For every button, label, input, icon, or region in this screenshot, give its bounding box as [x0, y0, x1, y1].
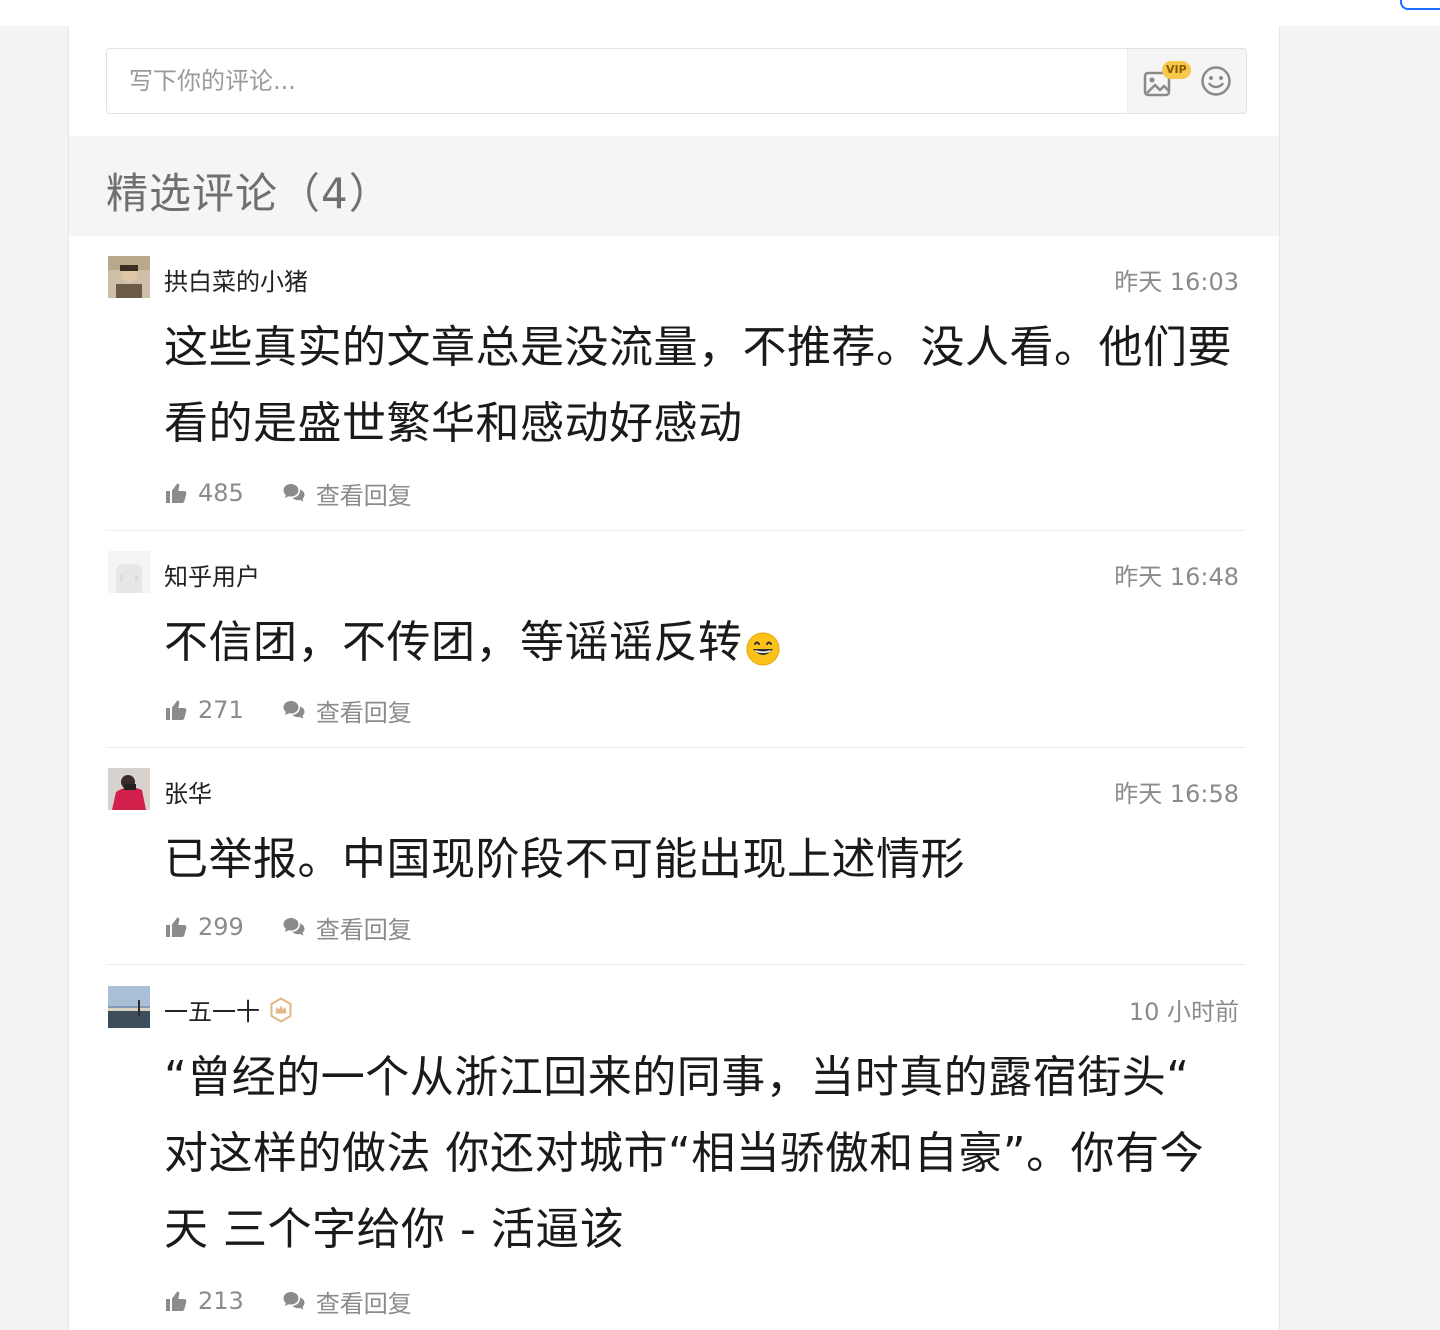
- avatar-image: [108, 986, 150, 1028]
- avatar-image: [108, 551, 150, 593]
- chat-bubble-icon: [283, 918, 305, 936]
- chat-bubble-icon: [283, 701, 305, 719]
- view-replies-label: 查看回复: [315, 1289, 412, 1318]
- divider: [106, 964, 1245, 965]
- grinning-face-emoji: [746, 632, 779, 666]
- comment-body: “曾经的一个从浙江回来的同事，当时真的露宿街头“ 对这样的做法 你还对城市“相当…: [164, 1052, 1205, 1255]
- comment-item: 张华 昨天 16:58 已举报。中国现阶段不可能出现上述情形 299 查看回复: [106, 768, 1245, 965]
- like-button[interactable]: 485: [164, 479, 244, 507]
- like-button[interactable]: 271: [164, 696, 244, 724]
- comment-input[interactable]: [107, 49, 1127, 113]
- view-replies-button[interactable]: 查看回复: [282, 910, 412, 945]
- comment-actions: 485 查看回复: [164, 476, 412, 511]
- comment-time: 昨天 16:03: [1114, 268, 1239, 296]
- view-replies-label: 查看回复: [315, 698, 412, 727]
- divider: [106, 747, 1245, 748]
- comment-actions: 271 查看回复: [164, 693, 412, 728]
- like-count: 213: [198, 1287, 244, 1315]
- comment-author[interactable]: 一五一十: [164, 992, 294, 1027]
- avatar[interactable]: [108, 551, 150, 593]
- corner-widget[interactable]: [1400, 0, 1440, 10]
- vip-badge: VIP: [1162, 61, 1191, 79]
- comment-body: 不信团，不传团，等谣谣反转: [164, 605, 1234, 681]
- insert-image-button[interactable]: VIP: [1142, 61, 1191, 99]
- comment-author[interactable]: 拱白菜的小猪: [164, 262, 308, 297]
- comment-time: 昨天 16:58: [1114, 780, 1239, 808]
- comment-author[interactable]: 知乎用户: [164, 557, 260, 592]
- like-button[interactable]: 299: [164, 913, 244, 941]
- like-button[interactable]: 213: [164, 1287, 244, 1315]
- thumbs-up-icon: [166, 1291, 187, 1311]
- like-count: 485: [198, 479, 244, 507]
- featured-comments-header: 精选评论（4）: [69, 136, 1279, 236]
- chat-bubble-icon: [283, 484, 305, 502]
- comment-item: 拱白菜的小猪 昨天 16:03 这些真实的文章总是没流量，不推荐。没人看。他们要…: [106, 256, 1245, 531]
- comment-text: 不信团，不传团，等谣谣反转: [164, 617, 743, 668]
- view-replies-button[interactable]: 查看回复: [282, 1284, 412, 1319]
- avatar-image: [108, 768, 150, 810]
- avatar[interactable]: [108, 986, 150, 1028]
- comment-time: 10 小时前: [1128, 998, 1239, 1026]
- comment-body: 这些真实的文章总是没流量，不推荐。没人看。他们要看的是盛世繁华和感动好感动: [164, 322, 1232, 449]
- comment-time: 昨天 16:48: [1114, 563, 1239, 591]
- comment-actions: 213 查看回复: [164, 1284, 412, 1319]
- thumbs-up-icon: [166, 483, 187, 503]
- emoji-button[interactable]: [1200, 65, 1232, 97]
- comment-composer: VIP: [106, 48, 1247, 114]
- view-replies-button[interactable]: 查看回复: [282, 476, 412, 511]
- comments-panel: VIP 精选评论（4） 拱白菜的小猪: [68, 26, 1280, 1330]
- chat-bubble-icon: [283, 1292, 305, 1310]
- smiley-icon: [1201, 66, 1231, 96]
- avatar[interactable]: [108, 256, 150, 298]
- comment-body: 已举报。中国现阶段不可能出现上述情形: [164, 834, 965, 885]
- top-band: [0, 0, 1440, 26]
- like-count: 299: [198, 913, 244, 941]
- comment-item: 一五一十 10 小时前 “曾经的一个从浙江回来的同事，当时真的露宿街头“ 对这样…: [106, 986, 1245, 1330]
- comment-actions: 299 查看回复: [164, 910, 412, 945]
- view-replies-label: 查看回复: [315, 481, 412, 510]
- avatar[interactable]: [108, 768, 150, 810]
- composer-tools: VIP: [1127, 49, 1246, 113]
- comment-item: 知乎用户 昨天 16:48 不信团，不传团，等谣谣反转 271 查看回复: [106, 551, 1245, 748]
- view-replies-button[interactable]: 查看回复: [282, 693, 412, 728]
- thumbs-up-icon: [166, 917, 187, 937]
- like-count: 271: [198, 696, 244, 724]
- divider: [106, 530, 1245, 531]
- avatar-image: [108, 256, 150, 298]
- section-title: 精选评论（4）: [106, 169, 392, 218]
- comment-author[interactable]: 张华: [164, 774, 212, 809]
- crown-badge-icon: [270, 996, 292, 1023]
- view-replies-label: 查看回复: [315, 915, 412, 944]
- thumbs-up-icon: [166, 700, 187, 720]
